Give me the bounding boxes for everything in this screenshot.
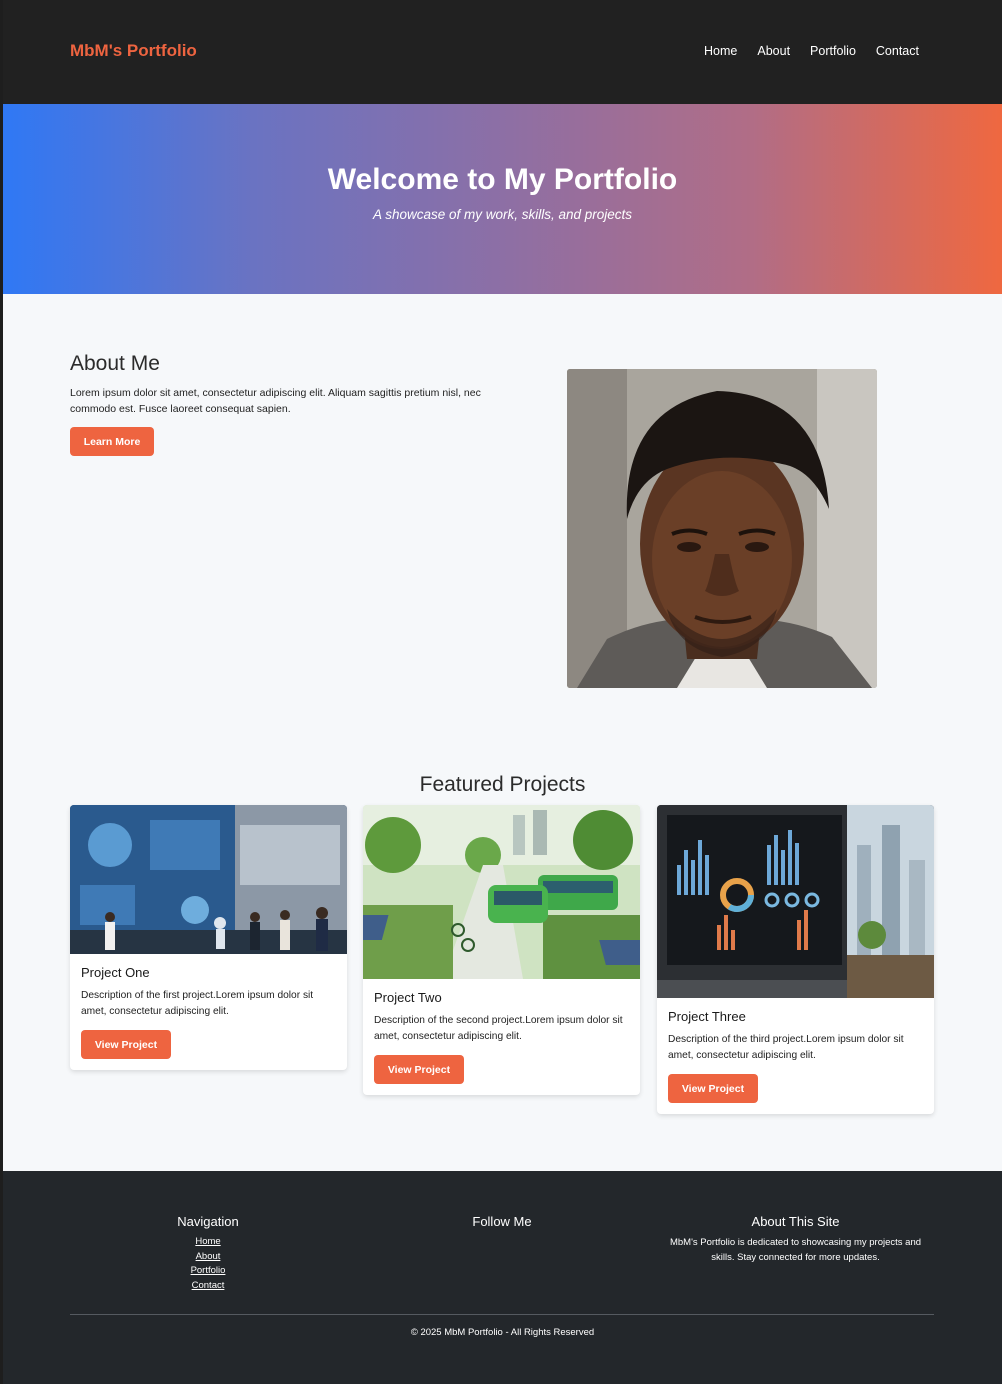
nav-home[interactable]: Home [704,44,737,58]
main-nav: Home About Portfolio Contact [704,44,919,58]
project-three-image [657,805,934,998]
brand-logo[interactable]: MbM's Portfolio [70,41,197,61]
project-two-title: Project Two [374,990,442,1005]
footer-link-contact[interactable]: Contact [158,1279,258,1294]
site-header: MbM's Portfolio Home About Portfolio Con… [3,0,1002,104]
project-two-image [363,805,640,979]
footer-link-about[interactable]: About [158,1250,258,1265]
about-text: Lorem ipsum dolor sit amet, consectetur … [70,387,481,415]
footer-about-title: About This Site [751,1214,840,1229]
about-title: About Me [70,352,160,375]
nav-contact[interactable]: Contact [876,44,919,58]
hero-subtitle: A showcase of my work, skills, and proje… [372,207,633,222]
view-project-one-button[interactable]: View Project [81,1030,171,1059]
view-project-two-button[interactable]: View Project [374,1055,464,1084]
learn-more-button[interactable]: Learn More [70,427,154,456]
featured-projects-title: Featured Projects [419,773,586,796]
hero-banner: Welcome to My Portfolio A showcase of my… [3,104,1002,294]
site-footer: Navigation Home About Portfolio Contact … [3,1171,1002,1384]
footer-navigation-title: Navigation [177,1214,239,1229]
profile-photo [567,369,877,688]
page: MbM's Portfolio Home About Portfolio Con… [3,0,1002,1384]
footer-follow-title: Follow Me [472,1214,532,1229]
project-one-description: Description of the first project.Lorem i… [81,990,314,1017]
project-three-title: Project Three [668,1009,746,1024]
project-two-description: Description of the second project.Lorem … [374,1015,623,1042]
footer-link-home[interactable]: Home [158,1235,258,1250]
project-card-three: Project Three Description of the third p… [657,805,934,1114]
footer-divider [70,1314,934,1315]
footer-link-portfolio[interactable]: Portfolio [158,1264,258,1279]
project-one-image [70,805,347,954]
project-card-two: Project Two Description of the second pr… [363,805,640,1095]
copyright-text: © 2025 MbM Portfolio - All Rights Reserv… [410,1327,595,1338]
project-one-title: Project One [81,965,150,980]
nav-portfolio[interactable]: Portfolio [810,44,856,58]
hero-title: Welcome to My Portfolio [327,163,678,196]
view-project-three-button[interactable]: View Project [668,1074,758,1103]
footer-about-text: MbM's Portfolio is dedicated to showcasi… [669,1237,922,1263]
project-card-one: Project One Description of the first pro… [70,805,347,1070]
nav-about[interactable]: About [757,44,790,58]
footer-navigation: Navigation Home About Portfolio Contact [158,1214,258,1293]
footer-follow: Follow Me [452,1214,552,1235]
project-three-description: Description of the third project.Lorem i… [668,1034,904,1061]
footer-about: About This Site MbM's Portfolio is dedic… [663,1214,928,1265]
